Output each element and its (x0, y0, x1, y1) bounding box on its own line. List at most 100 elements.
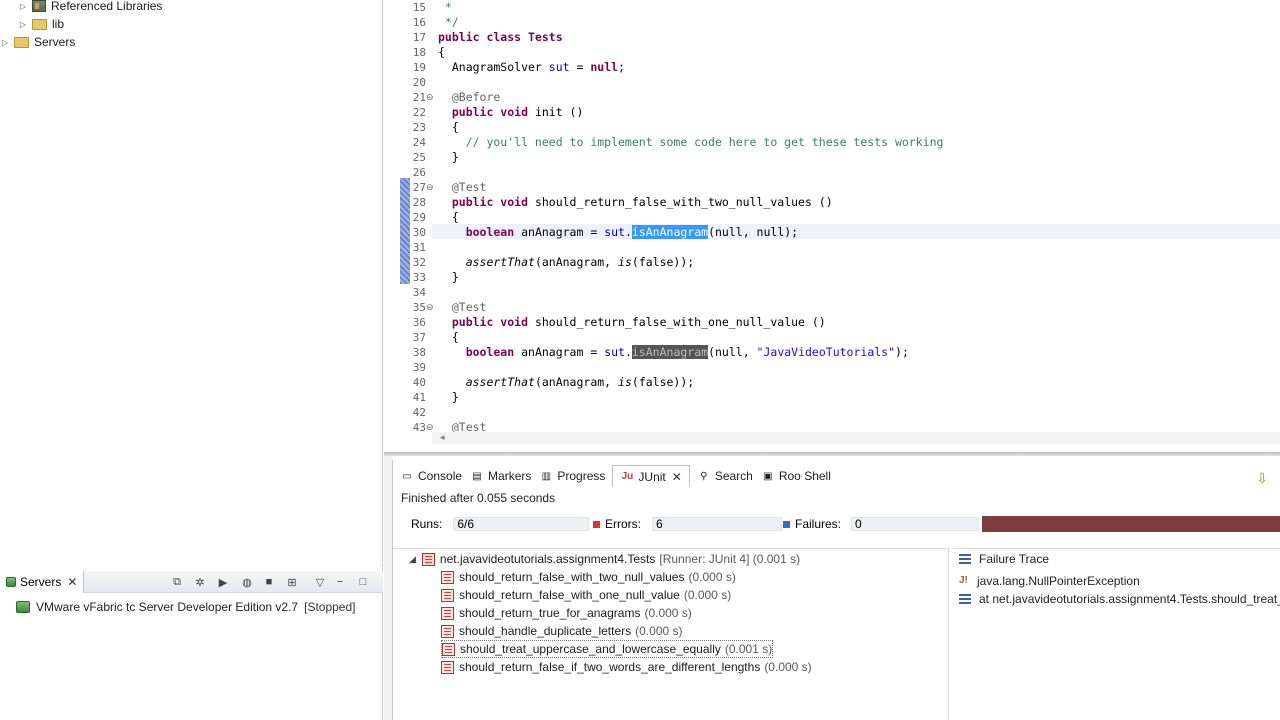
test-row[interactable]: should_return_true_for_anagrams (0.000 s… (441, 604, 692, 622)
maximize-icon[interactable]: □ (356, 575, 370, 589)
server-item[interactable]: VMware vFabric tc Server Developer Editi… (16, 598, 355, 616)
tab-junit[interactable]: Ju JUnit ✕ (612, 465, 690, 487)
test-error-icon (441, 660, 454, 674)
markers-icon: ▤ (472, 470, 482, 482)
test-row-selected[interactable]: should_treat_uppercase_and_lowercase_equ… (441, 640, 774, 658)
test-time: (0.001 s) (724, 642, 773, 656)
test-name: should_return_false_with_two_null_values (459, 570, 685, 584)
line-number: 34 (412, 286, 426, 299)
suite-name: net.javavideotutorials.assignment4.Tests (439, 552, 656, 566)
code-line: public void should_return_false_with_one… (438, 315, 826, 329)
line-number: 17 (412, 31, 426, 44)
line-number: 40 (412, 376, 426, 389)
tab-label: Search (714, 469, 753, 483)
expand-arrow-icon[interactable]: ▷ (18, 2, 28, 11)
test-time: (0.000 s) (688, 570, 736, 584)
stop-server-icon[interactable]: ■ (262, 575, 276, 589)
tab-search[interactable]: ⚲ Search (690, 465, 760, 487)
test-time: (0.000 s) (644, 606, 692, 620)
test-error-icon (442, 642, 455, 656)
pin-icon[interactable]: ⇩ (1256, 470, 1268, 487)
code-line: @Test (438, 180, 487, 194)
test-name: should_return_false_with_one_null_value (459, 588, 680, 602)
test-name: should_return_true_for_anagrams (459, 606, 641, 620)
code-line: public void init () (438, 105, 584, 119)
failures-label: Failures: (795, 517, 842, 531)
failure-trace-header: Failure Trace (959, 550, 1049, 568)
junit-panel: ▭ Console ▤ Markers ▥ Progress Ju JUnit … (392, 460, 1280, 720)
server-name: VMware vFabric tc Server Developer Editi… (36, 600, 299, 614)
code-line: { (438, 210, 459, 224)
line-number: 36 (412, 316, 426, 329)
tree-item-label: lib (52, 17, 65, 31)
test-time: (0.000 s) (635, 624, 683, 638)
error-icon (593, 520, 600, 528)
bottom-tab-bar: ▭ Console ▤ Markers ▥ Progress Ju JUnit … (393, 464, 1280, 488)
profile-icon[interactable]: ◍ (240, 575, 254, 589)
horizontal-scrollbar[interactable] (432, 432, 1280, 444)
test-error-icon (441, 570, 454, 584)
code-line: { (438, 330, 459, 344)
line-number: 30 (412, 226, 426, 239)
trace-text: java.lang.NullPointerException (977, 574, 1140, 588)
tab-progress[interactable]: ▥ Progress (538, 465, 612, 487)
code-line: public void should_return_false_with_two… (438, 195, 833, 209)
expand-arrow-icon[interactable]: ▷ (0, 38, 10, 47)
line-number: 43 (412, 421, 426, 434)
trace-line[interactable]: at net.javavideotutorials.assignment4.Te… (959, 590, 1280, 608)
code-editor[interactable]: 15 16 17 18 19 20 21 ⊖ 22 23 24 25 26 27… (384, 0, 1280, 456)
line-number: 23 (412, 121, 426, 134)
scroll-left-icon[interactable]: ◂ (440, 432, 445, 443)
code-line: boolean anAnagram = sut.isAnAnagram(null… (438, 225, 799, 239)
line-number: 16 (412, 16, 426, 29)
roo-shell-icon: ▣ (763, 470, 773, 482)
line-number: 26 (412, 166, 426, 179)
tab-roo-shell[interactable]: ▣ Roo Shell (760, 465, 838, 487)
test-result-tree[interactable]: ◢ net.javavideotutorials.assignment4.Tes… (393, 548, 949, 720)
test-error-icon (441, 588, 454, 602)
runs-label: Runs: (411, 517, 443, 531)
code-line: assertThat(anAnagram, is(false)); (438, 375, 695, 389)
test-time: (0.000 s) (764, 660, 812, 674)
test-row[interactable]: should_handle_duplicate_letters (0.000 s… (441, 622, 683, 640)
code-line: AnagramSolver sut = null; (438, 60, 625, 74)
view-menu-icon[interactable]: ▽ (313, 575, 327, 589)
expand-arrow-icon[interactable]: ▷ (18, 20, 28, 29)
fold-icon[interactable]: ⊖ (426, 90, 434, 105)
close-icon[interactable]: ✕ (67, 575, 77, 589)
test-suite-row[interactable]: ◢ net.javavideotutorials.assignment4.Tes… (409, 550, 800, 568)
tab-servers[interactable]: Servers ✕ (0, 571, 85, 593)
publish-icon[interactable]: ⊞ (285, 575, 299, 589)
trace-line[interactable]: J! java.lang.NullPointerException (959, 572, 1140, 590)
failure-trace-label: Failure Trace (979, 552, 1050, 566)
close-icon[interactable]: ✕ (672, 470, 682, 484)
fold-icon[interactable]: ⊖ (426, 180, 434, 195)
code-line: */ (438, 15, 459, 29)
tab-markers[interactable]: ▤ Markers (469, 465, 538, 487)
servers-view: Servers ✕ ⧉ ✲ ▶ ◍ ■ ⊞ ▽ − □ VMware vFabr… (0, 563, 383, 720)
tree-item-lib[interactable]: ▷ lib (18, 15, 64, 33)
suite-detail: [Runner: JUnit 4] (0.001 s) (659, 552, 801, 566)
minimize-icon[interactable]: − (333, 575, 347, 589)
collapse-icon[interactable]: ⧉ (170, 575, 184, 589)
code-line: assertThat(anAnagram, is(false)); (438, 255, 695, 269)
line-number: 28 (412, 196, 426, 209)
tab-label: Markers (488, 469, 532, 483)
test-name: should_return_false_if_two_words_are_dif… (459, 660, 761, 674)
line-number: 41 (412, 391, 426, 404)
collapse-arrow-icon[interactable]: ◢ (409, 554, 416, 565)
tab-console[interactable]: ▭ Console (393, 465, 469, 487)
fold-icon[interactable]: ⊖ (426, 300, 434, 315)
line-number: 18 (412, 46, 426, 59)
test-row[interactable]: should_return_false_with_one_null_value … (441, 586, 731, 604)
tree-item-servers[interactable]: ▷ Servers (0, 33, 75, 51)
tree-item-referenced-libraries[interactable]: ▷ Referenced Libraries (18, 0, 162, 15)
sash[interactable] (384, 456, 392, 720)
code-line: { (438, 45, 445, 59)
tab-label: JUnit (638, 469, 666, 484)
test-row[interactable]: should_return_false_with_two_null_values… (441, 568, 736, 586)
debug-icon[interactable]: ✲ (193, 575, 207, 589)
test-row[interactable]: should_return_false_if_two_words_are_dif… (441, 658, 812, 676)
line-number: 42 (412, 406, 426, 419)
start-server-icon[interactable]: ▶ (216, 575, 230, 589)
